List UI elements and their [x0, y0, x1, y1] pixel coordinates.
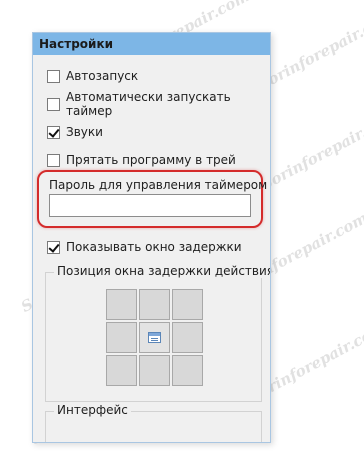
password-input[interactable]	[49, 194, 251, 217]
hide-to-tray-option[interactable]: Прятать программу в трей	[47, 152, 236, 168]
delay-position-caption: Позиция окна задержки действия	[54, 264, 270, 278]
window-icon	[148, 332, 161, 343]
position-middle-center[interactable]	[139, 322, 170, 353]
autostart-timer-label: Автоматически запускать таймер	[66, 90, 231, 118]
screenshot-page: Sorinforepair.com Sorinforepair.com Sori…	[0, 0, 364, 459]
position-middle-right[interactable]	[172, 322, 203, 353]
sounds-label: Звуки	[66, 125, 103, 139]
watermark-text: Sorinforepair.com	[258, 106, 364, 194]
position-middle-left[interactable]	[106, 322, 137, 353]
delay-position-grid	[106, 289, 203, 386]
position-top-right[interactable]	[172, 289, 203, 320]
delay-position-group: Позиция окна задержки действия	[45, 264, 270, 402]
position-top-left[interactable]	[106, 289, 137, 320]
sounds-option[interactable]: Звуки	[47, 124, 103, 140]
password-label: Пароль для управления таймером	[49, 178, 268, 192]
hide-to-tray-label: Прятать программу в трей	[66, 153, 236, 167]
autostart-option[interactable]: Автозапуск	[47, 68, 138, 84]
sounds-checkbox[interactable]	[47, 125, 60, 139]
interface-group: Интерфейс	[45, 403, 262, 442]
show-delay-window-label: Показывать окно задержки	[66, 240, 242, 254]
hide-to-tray-checkbox[interactable]	[47, 153, 60, 167]
window-title: Настройки	[33, 33, 270, 56]
autostart-timer-option[interactable]: Автоматически запускать таймер	[47, 90, 270, 118]
password-highlight: Пароль для управления таймером	[37, 170, 267, 228]
interface-caption: Интерфейс	[54, 403, 131, 417]
position-bottom-right[interactable]	[172, 355, 203, 386]
watermark-text: Sorinforepair.com	[255, 6, 364, 94]
position-top-center[interactable]	[139, 289, 170, 320]
position-bottom-left[interactable]	[106, 355, 137, 386]
settings-window: Настройки Автозапуск Автоматически запус…	[32, 32, 271, 443]
autostart-label: Автозапуск	[66, 69, 139, 83]
autostart-timer-checkbox[interactable]	[47, 97, 60, 111]
autostart-checkbox[interactable]	[47, 69, 60, 83]
show-delay-window-option[interactable]: Показывать окно задержки	[47, 239, 242, 255]
position-bottom-center[interactable]	[139, 355, 170, 386]
show-delay-window-checkbox[interactable]	[47, 240, 60, 254]
settings-panel: Автозапуск Автоматически запускать тайме…	[33, 55, 270, 442]
